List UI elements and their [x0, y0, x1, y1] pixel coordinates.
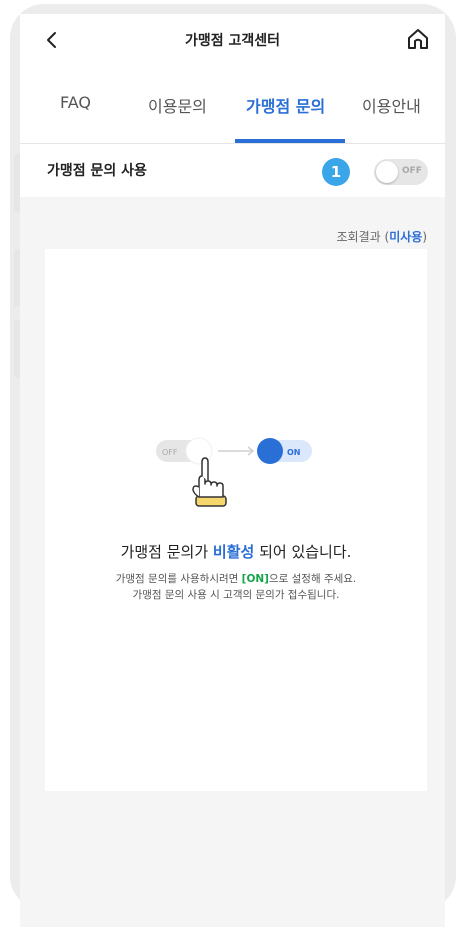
result-status-value: 미사용	[389, 230, 423, 244]
message-pre: 가맹점 문의가	[120, 543, 213, 561]
app-header: 가맹점 고객센터	[20, 14, 445, 66]
tab-merchant-inquiry[interactable]: 가맹점 문의	[246, 93, 325, 117]
empty-state-card: OFF ON 가맹점 문의가 비활성 되어 있습니다. 가맹점 문의를 사용하시	[45, 249, 427, 791]
merchant-inquiry-setting-row: 가맹점 문의 사용 1 OFF	[20, 144, 445, 197]
toggle-state-label: OFF	[402, 166, 422, 176]
sub1-post: 으로 설정해 주세요.	[268, 573, 357, 585]
tab-bar: FAQ 이용문의 가맹점 문의 이용안내	[20, 66, 445, 144]
message-post: 되어 있습니다.	[254, 543, 352, 561]
tapping-hand-icon	[192, 457, 227, 507]
empty-state-message: 가맹점 문의가 비활성 되어 있습니다.	[45, 541, 427, 562]
illustration-off-label: OFF	[162, 448, 178, 457]
on-toggle-graphic: ON	[257, 438, 312, 464]
home-icon[interactable]	[405, 26, 431, 52]
merchant-inquiry-toggle[interactable]: OFF	[374, 159, 428, 185]
toggle-guide-illustration: OFF ON	[156, 437, 312, 507]
sub1-on: [ON]	[241, 573, 269, 585]
arrow-right-icon	[218, 446, 255, 456]
tab-inquiry[interactable]: 이용문의	[148, 93, 207, 117]
submessage-line-2: 가맹점 문의 사용 시 고객의 문의가 접수됩니다.	[132, 589, 340, 601]
result-status: 조회결과 (미사용)	[337, 228, 427, 245]
active-tab-indicator	[235, 139, 345, 143]
result-prefix: 조회결과 (	[336, 230, 390, 244]
toggle-knob	[376, 161, 398, 183]
message-highlight: 비활성	[212, 543, 255, 561]
app-screen: 가맹점 고객센터 FAQ 이용문의 가맹점 문의 이용안내 가맹점 문의 사용 …	[20, 14, 445, 927]
illustration-on-label: ON	[287, 448, 301, 457]
step-number-badge: 1	[322, 158, 350, 186]
submessage-line-1: 가맹점 문의를 사용하시려면 [ON]으로 설정해 주세요.	[45, 571, 427, 587]
tab-faq[interactable]: FAQ	[60, 93, 91, 112]
setting-label: 가맹점 문의 사용	[47, 163, 147, 179]
result-suffix: )	[422, 230, 427, 244]
page-title: 가맹점 고객센터	[184, 33, 281, 49]
tab-guide[interactable]: 이용안내	[362, 93, 421, 117]
sub1-pre: 가맹점 문의를 사용하시려면	[115, 573, 242, 585]
empty-state-submessage: 가맹점 문의를 사용하시려면 [ON]으로 설정해 주세요. 가맹점 문의 사용…	[45, 571, 427, 603]
